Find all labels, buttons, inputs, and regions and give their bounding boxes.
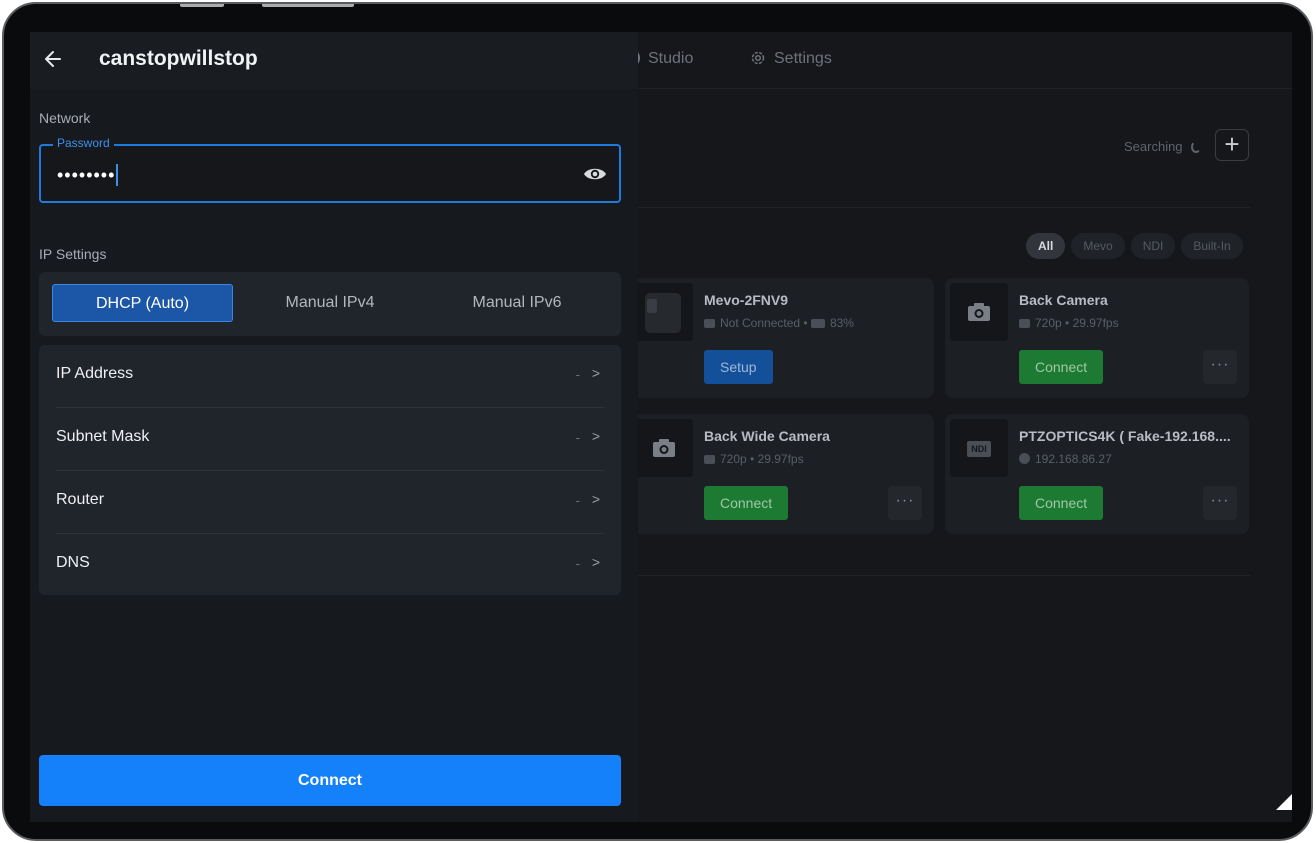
row-value: - [575,367,580,382]
spec-text: 720p • 29.97fps [1035,316,1119,330]
filter-mevo[interactable]: Mevo [1071,233,1125,259]
camera-icon [968,303,990,321]
searching-label: Searching [1124,139,1183,154]
ndi-thumbnail: NDI [950,419,1008,477]
tab-studio[interactable]: Studio [630,50,693,68]
row-dns[interactable]: DNS - > [56,534,604,597]
globe-icon [1019,453,1030,464]
device-button [180,4,224,7]
row-label: IP Address [56,365,134,382]
device-card-back-camera: Back Camera 720p • 29.97fps Connect ··· [945,278,1249,398]
eye-icon[interactable] [583,165,607,183]
status-text: Not Connected [720,316,801,330]
mode-manual-ipv6-button[interactable]: Manual IPv6 [426,284,608,322]
row-value: - [575,430,580,445]
device-status: Not Connected • 83% [704,316,854,330]
chevron-right-icon: > [591,554,600,570]
network-icon [704,319,715,328]
battery-icon [810,319,825,328]
tab-settings[interactable]: Settings [750,50,832,68]
connect-button[interactable]: Connect [704,486,789,520]
device-name: Mevo-2FNV9 [704,292,789,308]
row-router[interactable]: Router - > [56,471,604,534]
password-input[interactable]: •••••••• [57,164,119,186]
ip-details-list: IP Address - > Subnet Mask - > Router - … [39,345,621,595]
device-name: Back Camera [1019,292,1108,308]
filter-chips: All Mevo NDI Built-In [1026,233,1243,259]
more-icon[interactable]: ··· [1203,486,1237,520]
divider [630,575,1250,576]
spinner-icon [1190,141,1201,153]
chevron-right-icon: > [591,428,600,444]
device-card-mevo: Mevo-2FNV9 Not Connected • 83% Setup [630,278,934,398]
mode-dhcp-button[interactable]: DHCP (Auto) [52,284,233,322]
device-spec: 720p • 29.97fps [1019,316,1119,330]
more-icon[interactable]: ··· [1203,350,1237,384]
back-arrow-icon[interactable] [44,50,62,68]
device-button [262,4,354,7]
filter-all[interactable]: All [1026,233,1066,259]
device-name: Back Wide Camera [704,428,830,444]
ip-mode-selector: DHCP (Auto) Manual IPv4 Manual IPv6 [39,272,621,336]
chevron-right-icon: > [591,491,600,507]
row-label: DNS [56,554,90,571]
gear-icon [751,51,765,65]
add-device-button[interactable]: + [1215,129,1249,161]
row-label: Subnet Mask [56,428,150,445]
mevo-thumbnail [635,283,693,341]
filter-ndi[interactable]: NDI [1130,233,1176,259]
filter-built-in[interactable]: Built-In [1181,233,1243,259]
text-cursor [116,164,119,186]
mevo-device-icon [645,293,681,333]
device-card-back-wide-camera: Back Wide Camera 720p • 29.97fps Connect… [630,414,934,534]
plus-icon: + [1224,129,1240,159]
password-value: •••••••• [57,165,116,185]
password-label: Password [53,136,114,150]
panel-header: canstopwillstop [30,32,638,89]
device-name: PTZOPTICS4K ( Fake-192.168.... [1019,428,1231,444]
video-icon [704,455,715,464]
battery-text: 83% [829,316,854,330]
row-value: - [575,556,580,571]
more-icon[interactable]: ··· [888,486,922,520]
ip-settings-label: IP Settings [39,246,107,262]
row-subnet-mask[interactable]: Subnet Mask - > [56,408,604,471]
divider [630,207,1250,208]
ip-text: 192.168.86.27 [1035,452,1112,466]
connect-button[interactable]: Connect [1019,486,1104,520]
network-section-label: Network [39,110,91,126]
video-icon [1019,319,1030,328]
camera-thumbnail [950,283,1008,341]
app-screen: Studio Settings Searching + All Mevo NDI… [30,32,1292,822]
tab-studio-label: Studio [648,50,694,67]
corner-indicator [1276,794,1292,810]
device-card-ptzoptics: NDI PTZOPTICS4K ( Fake-192.168.... 192.1… [945,414,1249,534]
spec-text: 720p • 29.97fps [720,452,804,466]
connect-button[interactable]: Connect [1019,350,1104,384]
row-value: - [575,493,580,508]
camera-icon [653,439,675,457]
camera-thumbnail [635,419,693,477]
mode-manual-ipv4-button[interactable]: Manual IPv4 [239,284,421,322]
connect-button[interactable]: Connect [39,755,621,806]
device-frame: Studio Settings Searching + All Mevo NDI… [2,2,1313,841]
setup-button[interactable]: Setup [704,350,773,384]
ndi-icon: NDI [967,441,991,457]
chevron-right-icon: > [591,365,600,381]
network-settings-panel: canstopwillstop Network Password •••••••… [30,32,638,822]
row-label: Router [56,491,105,508]
page-title: canstopwillstop [99,47,258,70]
password-field[interactable]: Password •••••••• [39,136,621,203]
device-spec: 720p • 29.97fps [704,452,804,466]
tab-settings-label: Settings [774,50,832,67]
row-ip-address[interactable]: IP Address - > [56,345,604,408]
searching-status: Searching [1124,139,1201,154]
device-ip: 192.168.86.27 [1019,452,1112,466]
